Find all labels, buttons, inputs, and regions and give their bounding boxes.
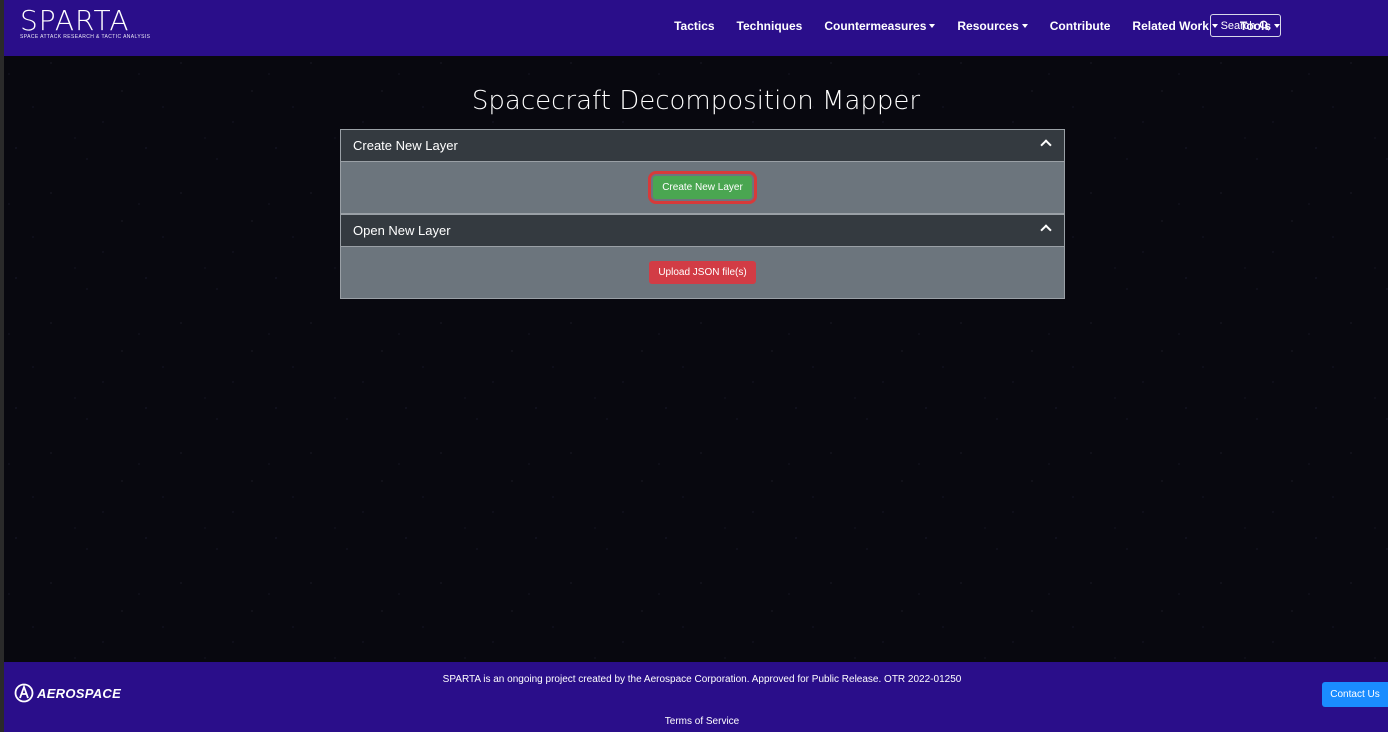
aerospace-emblem-icon bbox=[14, 683, 34, 703]
open-layer-panel: Open New Layer Upload JSON file(s) bbox=[340, 214, 1065, 299]
search-icon bbox=[1260, 20, 1270, 31]
open-layer-panel-body: Upload JSON file(s) bbox=[341, 247, 1064, 298]
nav-techniques[interactable]: Techniques bbox=[737, 19, 803, 33]
footer-logo-text: AEROSPACE bbox=[37, 685, 122, 701]
panel-header-label: Open New Layer bbox=[353, 223, 451, 238]
nav-menu: Tactics Techniques Countermeasures Resou… bbox=[652, 0, 1280, 52]
create-new-layer-button[interactable]: Create New Layer bbox=[648, 171, 757, 204]
create-layer-panel-body: Create New Layer bbox=[341, 162, 1064, 213]
nav-tactics[interactable]: Tactics bbox=[674, 19, 714, 33]
brand-tagline: SPACE ATTACK RESEARCH & TACTIC ANALYSIS bbox=[20, 34, 151, 40]
caret-down-icon bbox=[929, 23, 936, 28]
nav-contribute[interactable]: Contribute bbox=[1050, 19, 1111, 33]
search-button[interactable]: Search bbox=[1210, 14, 1281, 37]
nav-countermeasures[interactable]: Countermeasures bbox=[824, 19, 936, 33]
terms-of-service-link[interactable]: Terms of Service bbox=[4, 716, 1388, 727]
create-layer-panel: Create New Layer Create New Layer bbox=[340, 129, 1065, 214]
caret-down-icon bbox=[1021, 23, 1028, 28]
search-label: Search bbox=[1220, 19, 1256, 32]
nav-resources[interactable]: Resources bbox=[957, 19, 1028, 33]
upload-json-button[interactable]: Upload JSON file(s) bbox=[649, 261, 756, 284]
sparta-logo[interactable]: SPARTA SPACE ATTACK RESEARCH & TACTIC AN… bbox=[20, 4, 151, 41]
footer: AEROSPACE SPARTA is an ongoing project c… bbox=[4, 662, 1388, 732]
open-layer-panel-header[interactable]: Open New Layer bbox=[341, 215, 1064, 247]
create-layer-panel-header[interactable]: Create New Layer bbox=[341, 130, 1064, 162]
top-navbar: SPARTA SPACE ATTACK RESEARCH & TACTIC AN… bbox=[4, 0, 1388, 56]
page-title: Spacecraft Decomposition Mapper bbox=[471, 86, 921, 116]
footer-notice: SPARTA is an ongoing project created by … bbox=[442, 674, 962, 685]
aerospace-logo[interactable]: AEROSPACE bbox=[14, 683, 121, 703]
contact-us-button[interactable]: Contact Us bbox=[1322, 682, 1388, 707]
chevron-up-icon[interactable] bbox=[1040, 139, 1052, 151]
brand-name: SPARTA bbox=[20, 4, 130, 37]
chevron-up-icon[interactable] bbox=[1040, 224, 1052, 236]
nav-related-work[interactable]: Related Work bbox=[1132, 19, 1218, 33]
panel-header-label: Create New Layer bbox=[353, 138, 458, 153]
